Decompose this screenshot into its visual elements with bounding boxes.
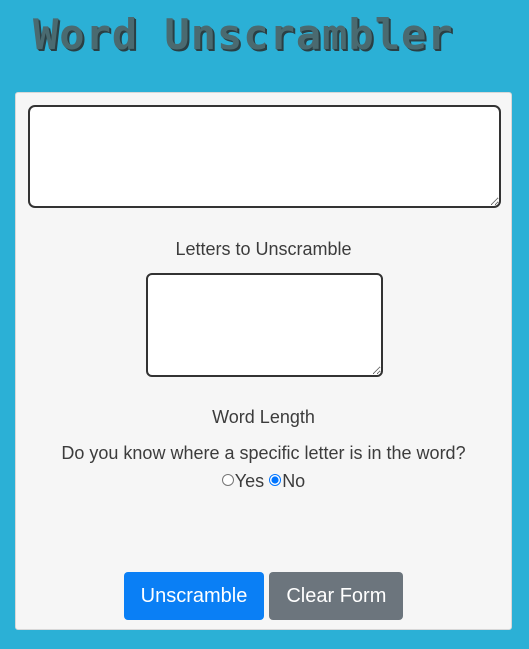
form-actions: Unscramble Clear Form xyxy=(16,572,511,620)
no-label: No xyxy=(282,471,306,491)
yes-label: Yes xyxy=(234,471,265,491)
page-title: Word Unscrambler xyxy=(33,10,454,59)
unscramble-button[interactable]: Unscramble xyxy=(123,572,265,620)
phrase-input[interactable] xyxy=(28,105,501,208)
yes-radio[interactable] xyxy=(221,474,234,487)
letter-position-radio-group: Yes No xyxy=(16,471,511,492)
word-length-label: Word Length xyxy=(212,407,315,427)
clear-form-button[interactable]: Clear Form xyxy=(269,572,404,620)
no-radio[interactable] xyxy=(269,474,282,487)
yes-option[interactable]: Yes xyxy=(221,471,265,491)
letters-input[interactable] xyxy=(146,273,383,377)
letters-label: Letters to Unscramble xyxy=(175,239,352,259)
letter-position-question: Do you know where a specific letter is i… xyxy=(61,443,466,463)
unscrambler-form-panel: Letters to Unscramble Word Length Do you… xyxy=(15,92,512,630)
no-option[interactable]: No xyxy=(269,471,305,491)
